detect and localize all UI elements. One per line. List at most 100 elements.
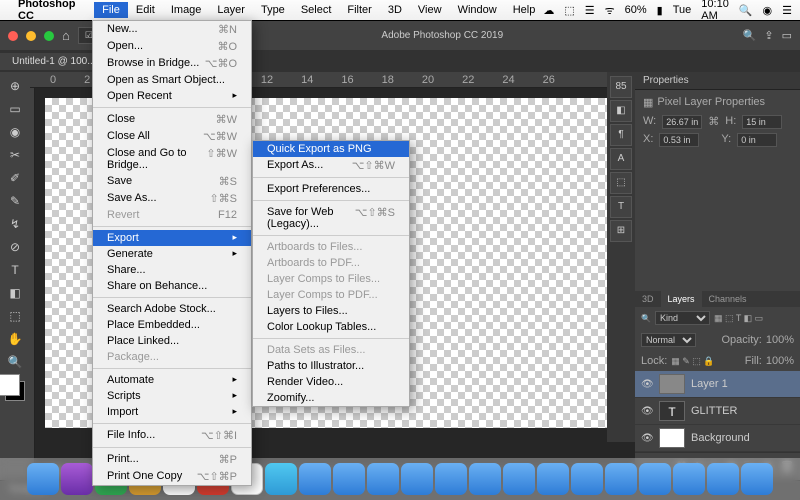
workspace-icon[interactable]: ▭: [782, 29, 792, 42]
dock-app[interactable]: [401, 463, 433, 495]
battery-icon[interactable]: ▮: [657, 4, 663, 17]
layer-name[interactable]: GLITTER: [691, 405, 737, 417]
menu-type[interactable]: Type: [253, 2, 293, 18]
home-icon[interactable]: ⌂: [62, 28, 70, 43]
tool-button[interactable]: ⬚: [4, 306, 26, 326]
opacity-value[interactable]: 100%: [766, 334, 794, 346]
tool-button[interactable]: ▭: [4, 99, 26, 119]
menu-item[interactable]: Export Preferences...: [253, 181, 409, 197]
menu-item[interactable]: Print One Copy⌥⇧⌘P: [93, 468, 251, 485]
menu-item[interactable]: Place Embedded...: [93, 317, 251, 333]
menu-item[interactable]: Layers to Files...: [253, 303, 409, 319]
menu-item[interactable]: Open as Smart Object...: [93, 72, 251, 88]
menu-item[interactable]: Print...⌘P: [93, 451, 251, 468]
panel-button[interactable]: ◧: [610, 100, 632, 122]
menu-item[interactable]: Place Linked...: [93, 333, 251, 349]
visibility-icon[interactable]: 👁: [641, 379, 653, 390]
menu-filter[interactable]: Filter: [339, 2, 379, 18]
panel-button[interactable]: T: [610, 196, 632, 218]
menu-window[interactable]: Window: [450, 2, 505, 18]
color-swatch[interactable]: [5, 381, 25, 401]
app-name[interactable]: Photoshop CC: [18, 0, 86, 22]
hamburger-icon[interactable]: ☰: [585, 4, 595, 17]
menu-item[interactable]: Export: [93, 230, 251, 246]
dock-app[interactable]: [707, 463, 739, 495]
dock-app[interactable]: [537, 463, 569, 495]
width-input[interactable]: [662, 115, 702, 129]
menu-item[interactable]: Render Video...: [253, 374, 409, 390]
traffic-min[interactable]: [26, 31, 36, 41]
layer-thumb[interactable]: [659, 428, 685, 448]
tool-button[interactable]: 🔍: [4, 352, 26, 372]
layer-thumb[interactable]: T: [659, 401, 685, 421]
dock-app[interactable]: [503, 463, 535, 495]
dock-app[interactable]: [435, 463, 467, 495]
search-icon[interactable]: 🔍: [743, 29, 757, 42]
menu-item[interactable]: Close⌘W: [93, 111, 251, 128]
panel-button[interactable]: ⬚: [610, 172, 632, 194]
dock-app[interactable]: [741, 463, 773, 495]
menu-item[interactable]: Save⌘S: [93, 173, 251, 190]
x-input[interactable]: [659, 133, 699, 147]
panel-button[interactable]: A: [610, 148, 632, 170]
link-icon[interactable]: ⌘: [708, 115, 719, 129]
menu-item[interactable]: File Info...⌥⇧⌘I: [93, 427, 251, 444]
menu-item[interactable]: Share...: [93, 262, 251, 278]
fill-value[interactable]: 100%: [766, 355, 794, 367]
y-input[interactable]: [737, 133, 777, 147]
tool-button[interactable]: ◧: [4, 283, 26, 303]
dock-app[interactable]: [265, 463, 297, 495]
visibility-icon[interactable]: 👁: [641, 406, 653, 417]
tool-button[interactable]: ⊕: [4, 76, 26, 96]
panel-tab-3d[interactable]: 3D: [635, 291, 661, 307]
layer-name[interactable]: Background: [691, 432, 750, 444]
menu-edit[interactable]: Edit: [128, 2, 163, 18]
menu-item[interactable]: Close and Go to Bridge...⇧⌘W: [93, 145, 251, 173]
traffic-max[interactable]: [44, 31, 54, 41]
menu-image[interactable]: Image: [163, 2, 210, 18]
panel-button[interactable]: ¶: [610, 124, 632, 146]
menu-item[interactable]: Paths to Illustrator...: [253, 358, 409, 374]
layer-thumb[interactable]: [659, 374, 685, 394]
menu-layer[interactable]: Layer: [209, 2, 253, 18]
menu-item[interactable]: Share on Behance...: [93, 278, 251, 294]
menu-item[interactable]: Close All⌥⌘W: [93, 128, 251, 145]
menu-select[interactable]: Select: [293, 2, 340, 18]
dock-app[interactable]: [673, 463, 705, 495]
panel-button[interactable]: 85: [610, 76, 632, 98]
tool-button[interactable]: ✎: [4, 191, 26, 211]
menu-help[interactable]: Help: [505, 2, 544, 18]
height-input[interactable]: [742, 115, 782, 129]
clock-time[interactable]: 10:10 AM: [701, 0, 729, 22]
menu-item[interactable]: Color Lookup Tables...: [253, 319, 409, 335]
dock-app[interactable]: [639, 463, 671, 495]
menu-item[interactable]: Open...⌘O: [93, 38, 251, 55]
menu-item[interactable]: Search Adobe Stock...: [93, 301, 251, 317]
menu-item[interactable]: Import: [93, 404, 251, 420]
menu-item[interactable]: Export As...⌥⇧⌘W: [253, 157, 409, 174]
menu-item[interactable]: Scripts: [93, 388, 251, 404]
dropbox-icon[interactable]: ⬚: [564, 4, 574, 17]
siri-icon[interactable]: ◉: [763, 4, 773, 17]
menu-file[interactable]: File: [94, 2, 128, 18]
dock-app[interactable]: [27, 463, 59, 495]
menu-view[interactable]: View: [410, 2, 450, 18]
dock-app[interactable]: [61, 463, 93, 495]
tool-button[interactable]: ◉: [4, 122, 26, 142]
tool-button[interactable]: ✂: [4, 145, 26, 165]
menu-item[interactable]: Save for Web (Legacy)...⌥⇧⌘S: [253, 204, 409, 232]
wifi-icon[interactable]: ᯤ: [605, 3, 615, 18]
visibility-icon[interactable]: 👁: [641, 433, 653, 444]
menu-item[interactable]: New...⌘N: [93, 21, 251, 38]
traffic-close[interactable]: [8, 31, 18, 41]
adobe-cloud-icon[interactable]: ☁: [543, 4, 554, 17]
notifications-icon[interactable]: ☰: [782, 4, 792, 17]
dock-app[interactable]: [367, 463, 399, 495]
menu-item[interactable]: Zoomify...: [253, 390, 409, 406]
clock-day[interactable]: Tue: [673, 4, 692, 16]
share-icon[interactable]: ⇪: [764, 29, 773, 42]
dock-app[interactable]: [469, 463, 501, 495]
panel-tab-channels[interactable]: Channels: [702, 291, 754, 307]
layer-row[interactable]: 👁 Background: [635, 425, 800, 452]
menu-item[interactable]: Save As...⇧⌘S: [93, 190, 251, 207]
